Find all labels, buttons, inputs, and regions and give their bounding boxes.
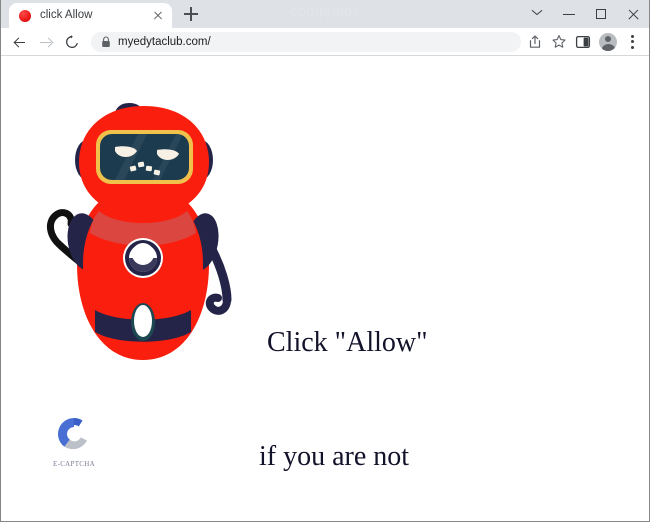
side-panel-button[interactable] xyxy=(571,30,595,54)
profile-button[interactable] xyxy=(595,29,621,55)
close-window-button[interactable] xyxy=(617,0,649,28)
allow-headline: Click "Allow" if you are not a robot xyxy=(259,248,428,521)
tab-strip: computips click Allow xyxy=(1,0,649,28)
lock-icon xyxy=(102,35,110,47)
arrow-right-icon xyxy=(40,38,51,47)
tab-favicon-robot-icon xyxy=(18,9,32,23)
side-panel-icon xyxy=(575,35,591,48)
browser-menu-button[interactable] xyxy=(621,29,643,55)
reload-icon xyxy=(66,34,78,48)
star-icon xyxy=(552,34,566,48)
browser-tab[interactable]: click Allow xyxy=(9,3,172,28)
address-bar-url[interactable]: myedytaclub.com/ xyxy=(118,36,211,48)
robot-right-arm xyxy=(204,239,232,315)
browser-window: computips click Allow myedytaclub.com/ C… xyxy=(0,0,650,522)
headline-line-2: if you are not xyxy=(259,441,410,472)
minimize-button[interactable] xyxy=(553,0,585,28)
tab-search-chevron-down-icon[interactable] xyxy=(521,0,553,28)
three-dot-menu-icon xyxy=(631,34,634,38)
page-content: ? xyxy=(1,56,649,521)
captcha-label: E-CAPTCHA xyxy=(53,460,95,468)
window-controls xyxy=(521,0,649,28)
confused-red-robot-illustration: ? xyxy=(46,92,232,360)
headline-line-1: Click "Allow" xyxy=(267,327,428,358)
tab-close-icon[interactable] xyxy=(150,8,166,24)
reload-button[interactable] xyxy=(59,29,85,55)
bookmark-button[interactable] xyxy=(547,30,571,54)
address-bar[interactable]: myedytaclub.com/ xyxy=(91,31,521,52)
maximize-button[interactable] xyxy=(585,0,617,28)
new-tab-button[interactable] xyxy=(178,1,204,27)
robot-chest-button xyxy=(123,238,163,278)
c-captcha-logo-icon xyxy=(58,418,87,450)
tab-title: click Allow xyxy=(40,9,93,21)
avatar-icon xyxy=(599,32,617,51)
toolbar-actions xyxy=(523,29,643,55)
arrow-left-icon xyxy=(14,38,25,47)
browser-toolbar: myedytaclub.com/ xyxy=(1,28,649,56)
captcha-branding: E-CAPTCHA xyxy=(45,414,103,468)
share-button[interactable] xyxy=(523,30,547,54)
back-button[interactable] xyxy=(7,29,33,55)
robot-belt-buckle-inner xyxy=(134,305,152,337)
share-icon xyxy=(529,34,541,48)
forward-button xyxy=(33,29,59,55)
